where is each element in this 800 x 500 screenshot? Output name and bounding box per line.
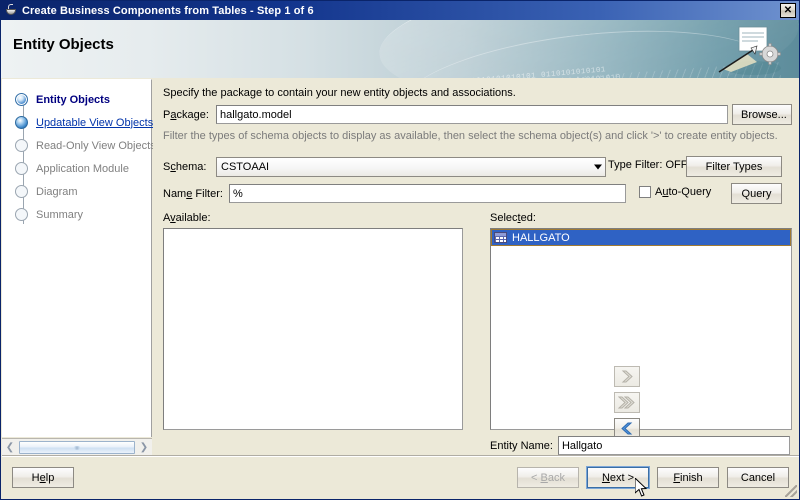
scrollbar-grip-icon [74, 445, 80, 450]
auto-query-label: Auto-Query [655, 186, 712, 198]
header-banner: 0101010101010101 0110101010101 010101010… [1, 20, 799, 78]
help-button[interactable]: Help [12, 467, 74, 488]
auto-query-checkbox[interactable] [639, 186, 651, 198]
page-title: Entity Objects [13, 36, 114, 53]
table-icon [494, 232, 507, 243]
help-label: Help [31, 471, 55, 484]
back-label: < Back [531, 471, 565, 484]
package-row: Package: Browse... [163, 104, 793, 125]
step-bullet-icon [15, 162, 28, 175]
auto-query-checkbox-wrap[interactable]: Auto-Query [639, 186, 711, 198]
list-item-label: HALLGATO [512, 231, 570, 244]
sidebar-step-summary: Summary [2, 203, 151, 226]
close-icon[interactable]: ✕ [780, 3, 796, 18]
step-label: Updatable View Objects [36, 116, 154, 129]
next-button[interactable]: Next > [587, 467, 649, 488]
entity-name-label: Entity Name: [490, 439, 553, 452]
filter-description: Filter the types of schema objects to di… [163, 130, 778, 142]
scroll-right-icon[interactable]: ❯ [136, 440, 152, 455]
selected-listbox[interactable]: HALLGATO [490, 228, 792, 430]
entity-name-row: Entity Name: [490, 436, 792, 455]
navigation-buttons: < Back Next > Finish Cancel [517, 467, 789, 488]
schema-selected-value: CSTOAAI [221, 161, 270, 173]
step-bullet-icon [15, 93, 28, 106]
finish-label: Finish [673, 471, 703, 484]
sidebar-step-diagram: Diagram [2, 180, 151, 203]
schema-label: Schema: [163, 161, 207, 173]
chevron-right-icon [621, 370, 633, 383]
available-listbox[interactable] [163, 228, 463, 430]
scrollbar-track[interactable] [18, 440, 136, 455]
chevron-double-right-icon [618, 396, 635, 409]
dialog-window: Create Business Components from Tables -… [0, 0, 800, 500]
package-input[interactable] [216, 105, 728, 124]
entity-name-input[interactable] [557, 436, 790, 455]
step-sidebar: Entity Objects Updatable View Objects Re… [2, 79, 156, 437]
sidebar-step-application-module: Application Module [2, 157, 151, 180]
step-label: Summary [36, 208, 84, 221]
cancel-label: Cancel [740, 471, 776, 484]
query-label: Query [741, 187, 772, 200]
title-bar: Create Business Components from Tables -… [1, 1, 799, 20]
finish-button[interactable]: Finish [657, 467, 719, 488]
available-list-label: Available: [163, 212, 211, 224]
back-button: < Back [517, 467, 579, 488]
next-label: Next > [601, 471, 635, 484]
filter-types-label: Filter Types [705, 160, 763, 173]
step-bullet-icon [15, 116, 28, 129]
scroll-left-icon[interactable]: ❮ [2, 440, 18, 455]
browse-button[interactable]: Browse... [732, 104, 792, 125]
sidebar-step-read-only-view-objects: Read-Only View Objects [2, 134, 156, 157]
sidebar-step-entity-objects[interactable]: Entity Objects [2, 88, 151, 111]
window-title: Create Business Components from Tables -… [22, 4, 314, 17]
step-label: Read-Only View Objects [36, 139, 156, 152]
filter-types-button[interactable]: Filter Types [686, 156, 782, 177]
dialog-footer: Help < Back Next > Finish Cancel [2, 455, 799, 499]
query-button[interactable]: Query [731, 183, 782, 204]
coffee-cup-icon [4, 3, 18, 18]
chevron-left-icon [621, 422, 633, 435]
step-bullet-icon [15, 185, 28, 198]
sidebar-horizontal-scrollbar[interactable]: ❮ ❯ [2, 438, 152, 455]
selected-list-label: Selected: [490, 212, 536, 224]
step-bullet-icon [15, 139, 28, 152]
move-right-single-button[interactable] [614, 366, 640, 387]
sidebar-step-updatable-view-objects[interactable]: Updatable View Objects [2, 111, 154, 134]
scrollbar-thumb[interactable] [19, 440, 135, 454]
name-filter-label: Name Filter: [163, 187, 223, 200]
package-label: Package: [163, 108, 209, 121]
step-bullet-icon [15, 208, 28, 221]
step-label: Diagram [36, 185, 78, 198]
document-gear-icon [718, 26, 781, 75]
list-item[interactable]: HALLGATO [491, 229, 791, 246]
resize-grip-icon[interactable] [785, 485, 797, 497]
step-list: Entity Objects Updatable View Objects Re… [2, 80, 156, 226]
step-label: Application Module [36, 162, 129, 175]
cancel-button[interactable]: Cancel [727, 467, 789, 488]
content-pane: Specify the package to contain your new … [153, 79, 799, 465]
chevron-down-icon [594, 164, 602, 170]
package-description: Specify the package to contain your new … [163, 87, 516, 99]
type-filter-status: Type Filter: OFF [608, 159, 688, 171]
move-right-all-button[interactable] [614, 392, 640, 413]
schema-select[interactable]: CSTOAAI [216, 157, 606, 177]
name-filter-input[interactable] [229, 184, 626, 203]
step-label: Entity Objects [36, 93, 110, 106]
